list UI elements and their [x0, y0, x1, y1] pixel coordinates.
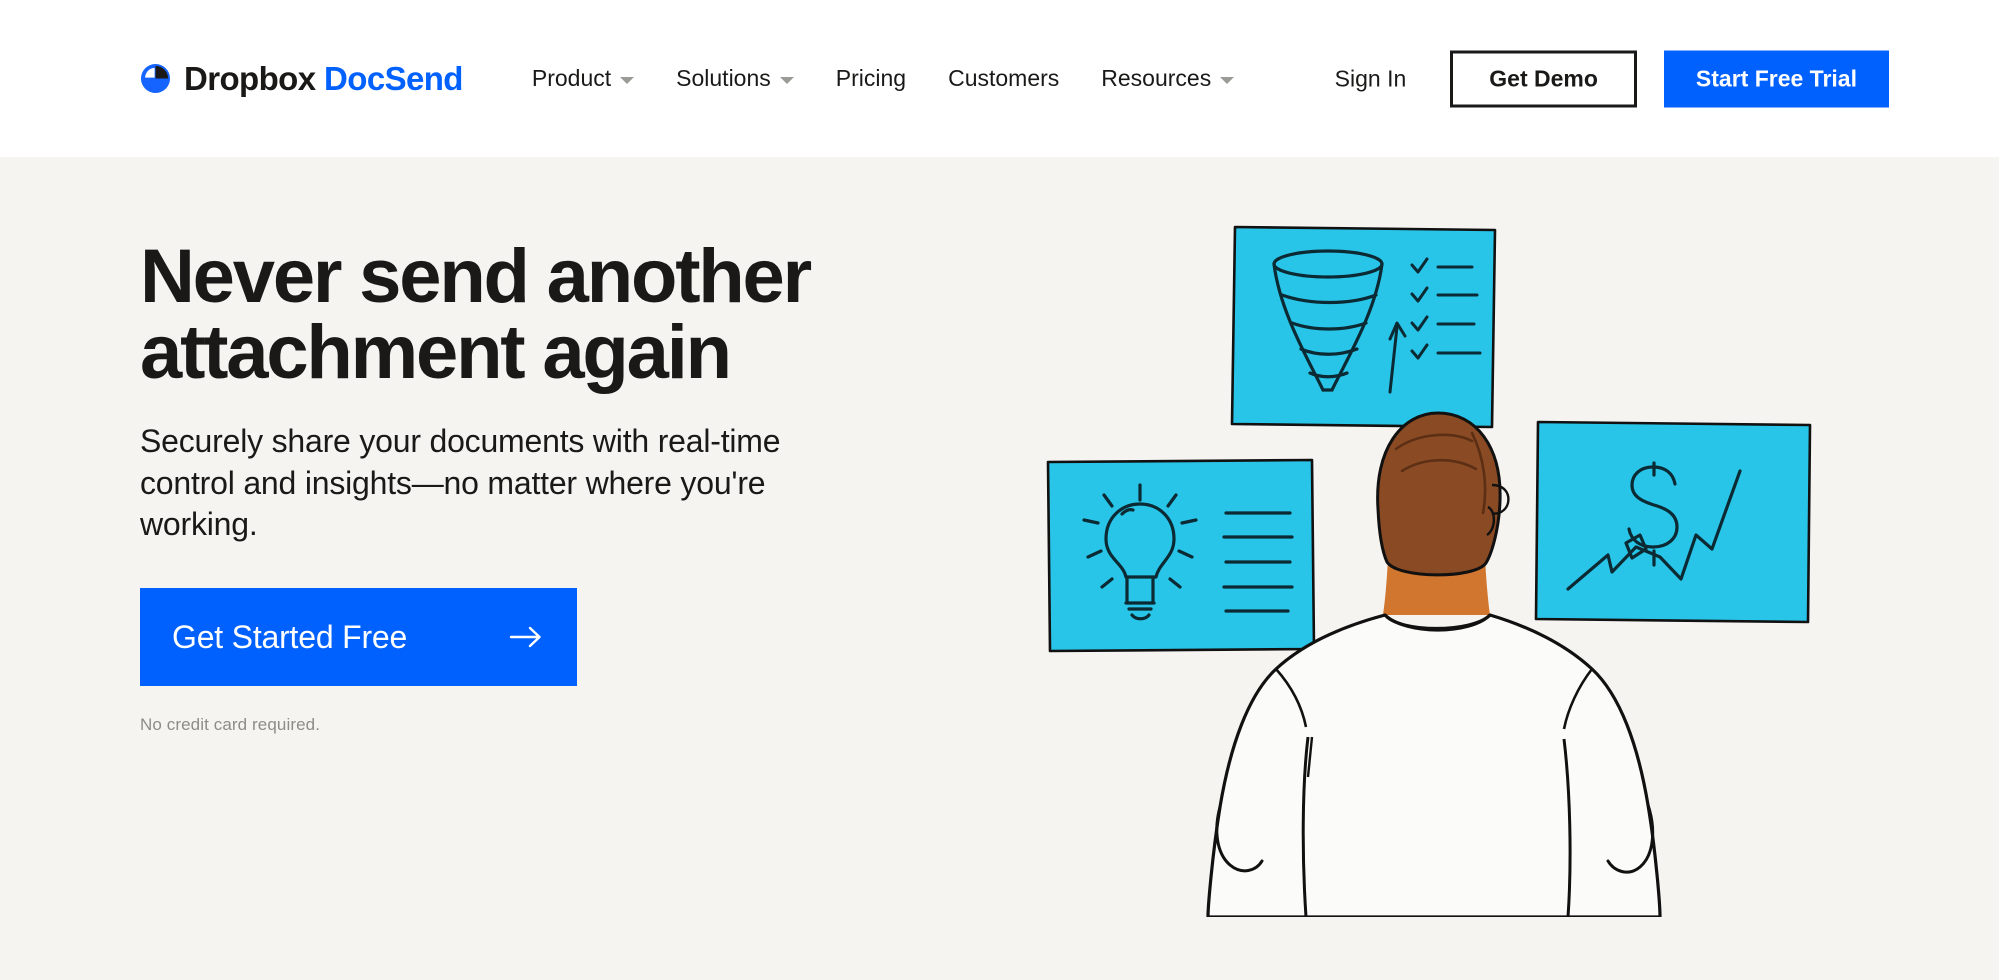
person-viewing-insight-cards-illustration [1046, 225, 1812, 917]
nav-item-label: Solutions [676, 65, 771, 91]
hero-illustration [1040, 217, 1840, 917]
nav-item-label: Customers [948, 65, 1060, 91]
nav-item-resources[interactable]: Resources [1080, 57, 1255, 100]
revenue-growth-card [1534, 420, 1812, 624]
brand-name-dropbox: Dropbox [184, 60, 316, 97]
dropbox-logo-icon [140, 63, 171, 94]
start-free-trial-button[interactable]: Start Free Trial [1663, 50, 1889, 107]
chevron-down-icon [620, 77, 635, 84]
brand-logo-link[interactable]: Dropbox DocSend [140, 62, 463, 95]
nav-item-label: Resources [1101, 65, 1212, 91]
lightbulb-idea-card [1046, 458, 1316, 653]
chevron-down-icon [1220, 77, 1235, 84]
nav-item-product[interactable]: Product [511, 57, 655, 100]
hero-section: Never send another attachment again Secu… [0, 157, 1999, 980]
hero-subtitle: Securely share your documents with real-… [140, 423, 781, 543]
page-title: Never send another attachment again [140, 234, 812, 395]
arrow-right-icon [509, 626, 541, 647]
header-actions: Sign In Get Demo Start Free Trial [1313, 50, 1889, 107]
main-navigation: Product Solutions Pricing Customers Reso… [511, 57, 1255, 100]
site-header: Dropbox DocSend Product Solutions Pricin… [0, 0, 1999, 157]
nav-item-label: Pricing [835, 65, 907, 91]
brand-name-docsend: DocSend [324, 60, 463, 97]
hero-copy: Never send another attachment again Secu… [140, 157, 1000, 735]
nav-item-pricing[interactable]: Pricing [815, 57, 927, 100]
no-credit-card-note: No credit card required. [140, 714, 321, 734]
get-demo-button[interactable]: Get Demo [1450, 50, 1637, 107]
sign-in-link[interactable]: Sign In [1313, 57, 1429, 100]
chevron-down-icon [779, 77, 794, 84]
brand-name: Dropbox DocSend [184, 62, 463, 95]
nav-item-label: Product [531, 65, 612, 91]
get-started-free-label: Get Started Free [172, 618, 408, 655]
nav-item-customers[interactable]: Customers [927, 57, 1080, 100]
nav-item-solutions[interactable]: Solutions [655, 57, 815, 100]
get-started-free-button[interactable]: Get Started Free [140, 587, 577, 686]
funnel-checklist-card [1230, 225, 1497, 429]
